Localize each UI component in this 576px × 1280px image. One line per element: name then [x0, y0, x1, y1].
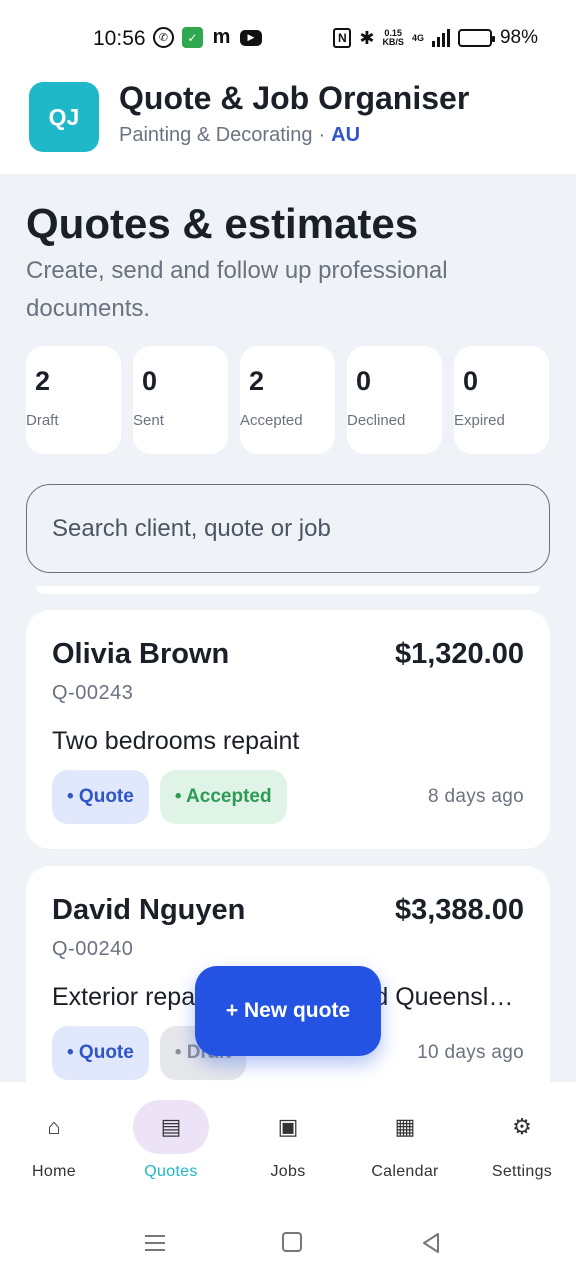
client-name: David Nguyen	[52, 894, 246, 926]
recent-apps-icon[interactable]	[144, 1232, 166, 1254]
status-badge: • Accepted	[159, 770, 287, 824]
main-content[interactable]: Quotes & estimates Create, send and foll…	[0, 174, 576, 1082]
stat-label: Declined	[347, 412, 406, 429]
quote-number: Q-00243	[52, 682, 134, 704]
stat-count: 2	[249, 366, 265, 396]
notification-icons: ✆ ✓ m ▶	[153, 26, 262, 48]
shield-icon: ✓	[182, 27, 203, 48]
stat-draft[interactable]: 2 Draft	[26, 346, 121, 454]
battery-percent: 98%	[499, 27, 538, 48]
nav-quotes[interactable]: ▤ Quotes	[128, 1082, 214, 1200]
nav-label: Home	[32, 1163, 76, 1180]
network-type: 4G	[411, 32, 424, 43]
stat-count: 2	[35, 366, 51, 396]
type-badge: • Quote	[52, 1026, 149, 1080]
bluetooth-icon: ✱	[359, 27, 375, 48]
signal-icon	[431, 29, 450, 47]
jobs-square-icon: ▣	[277, 1114, 299, 1139]
client-name: Olivia Brown	[52, 638, 230, 670]
app-subtitle: Painting & Decorating · AU	[119, 124, 360, 147]
subtitle-separator: ·	[318, 124, 326, 146]
page-title: Quotes & estimates	[26, 200, 419, 247]
stat-label: Accepted	[240, 412, 303, 429]
status-time: 10:56	[93, 27, 146, 50]
home-square-icon[interactable]	[282, 1232, 302, 1252]
nav-label: Quotes	[144, 1163, 198, 1180]
nfc-icon: N	[333, 28, 352, 48]
quote-amount: $1,320.00	[394, 638, 524, 670]
system-status-icons: N ✱ 0.15 KB/S 4G 98%	[333, 27, 538, 49]
quote-tags: • Quote • Accepted	[52, 770, 287, 824]
nav-settings[interactable]: ⚙ Settings	[479, 1082, 565, 1200]
nav-home[interactable]: ⌂ Home	[11, 1082, 97, 1200]
region-code: AU	[331, 124, 361, 146]
stat-count: 0	[463, 366, 479, 396]
quote-card[interactable]: Olivia Brown $1,320.00 Q-00243 Two bedro…	[26, 610, 550, 849]
stat-count: 0	[142, 366, 158, 396]
page-description: Create, send and follow up professional …	[26, 257, 448, 322]
battery-icon	[457, 29, 495, 47]
stat-label: Expired	[454, 412, 505, 429]
viber-icon: ✆	[153, 27, 174, 48]
new-quote-button[interactable]: + New quote	[195, 966, 381, 1056]
nav-label: Jobs	[270, 1163, 306, 1180]
previous-card-edge	[36, 586, 540, 594]
network-speed-unit: KB/S	[382, 37, 404, 47]
quote-age: 8 days ago	[428, 786, 524, 807]
nav-calendar[interactable]: ▦ Calendar	[362, 1082, 448, 1200]
status-bar: 10:56 ✆ ✓ m ▶ N ✱ 0.15 KB/S 4G 98%	[0, 0, 576, 76]
quote-amount: $3,388.00	[394, 894, 524, 926]
nav-jobs[interactable]: ▣ Jobs	[245, 1082, 331, 1200]
youtube-icon: ▶	[240, 29, 262, 46]
type-badge: • Quote	[52, 770, 149, 824]
stat-count: 0	[356, 366, 372, 396]
gear-icon: ⚙	[512, 1114, 532, 1139]
stat-expired[interactable]: 0 Expired	[454, 346, 549, 454]
nav-label: Settings	[491, 1163, 553, 1180]
app-logo: QJ	[29, 82, 99, 152]
stat-accepted[interactable]: 2 Accepted	[240, 346, 335, 454]
quote-age: 10 days ago	[417, 1042, 524, 1063]
calendar-grid-icon: ▦	[394, 1114, 416, 1139]
app-title: Quote & Job Organiser	[119, 80, 470, 116]
search-input[interactable]	[26, 484, 550, 573]
home-icon: ⌂	[47, 1114, 61, 1139]
document-list-icon: ▤	[133, 1100, 209, 1154]
stat-label: Sent	[133, 412, 164, 429]
business-type: Painting & Decorating	[119, 124, 313, 146]
nav-label: Calendar	[371, 1163, 439, 1180]
quote-number: Q-00240	[52, 938, 134, 960]
stat-sent[interactable]: 0 Sent	[133, 346, 228, 454]
status-summary: 2 Draft 0 Sent 2 Accepted 0 Declined 0 E…	[26, 346, 549, 454]
app-header: QJ Quote & Job Organiser Painting & Deco…	[0, 76, 576, 174]
job-title: Two bedrooms repaint	[52, 727, 300, 755]
network-speed: 0.15 KB/S	[382, 29, 404, 47]
stat-declined[interactable]: 0 Declined	[347, 346, 442, 454]
m-icon: m	[212, 26, 231, 48]
system-navigation-bar	[0, 1200, 576, 1280]
bottom-navigation: ⌂ Home ▤ Quotes ▣ Jobs ▦ Calendar ⚙ Sett…	[0, 1082, 576, 1200]
stat-label: Draft	[26, 412, 59, 429]
back-triangle-icon[interactable]	[420, 1232, 442, 1254]
